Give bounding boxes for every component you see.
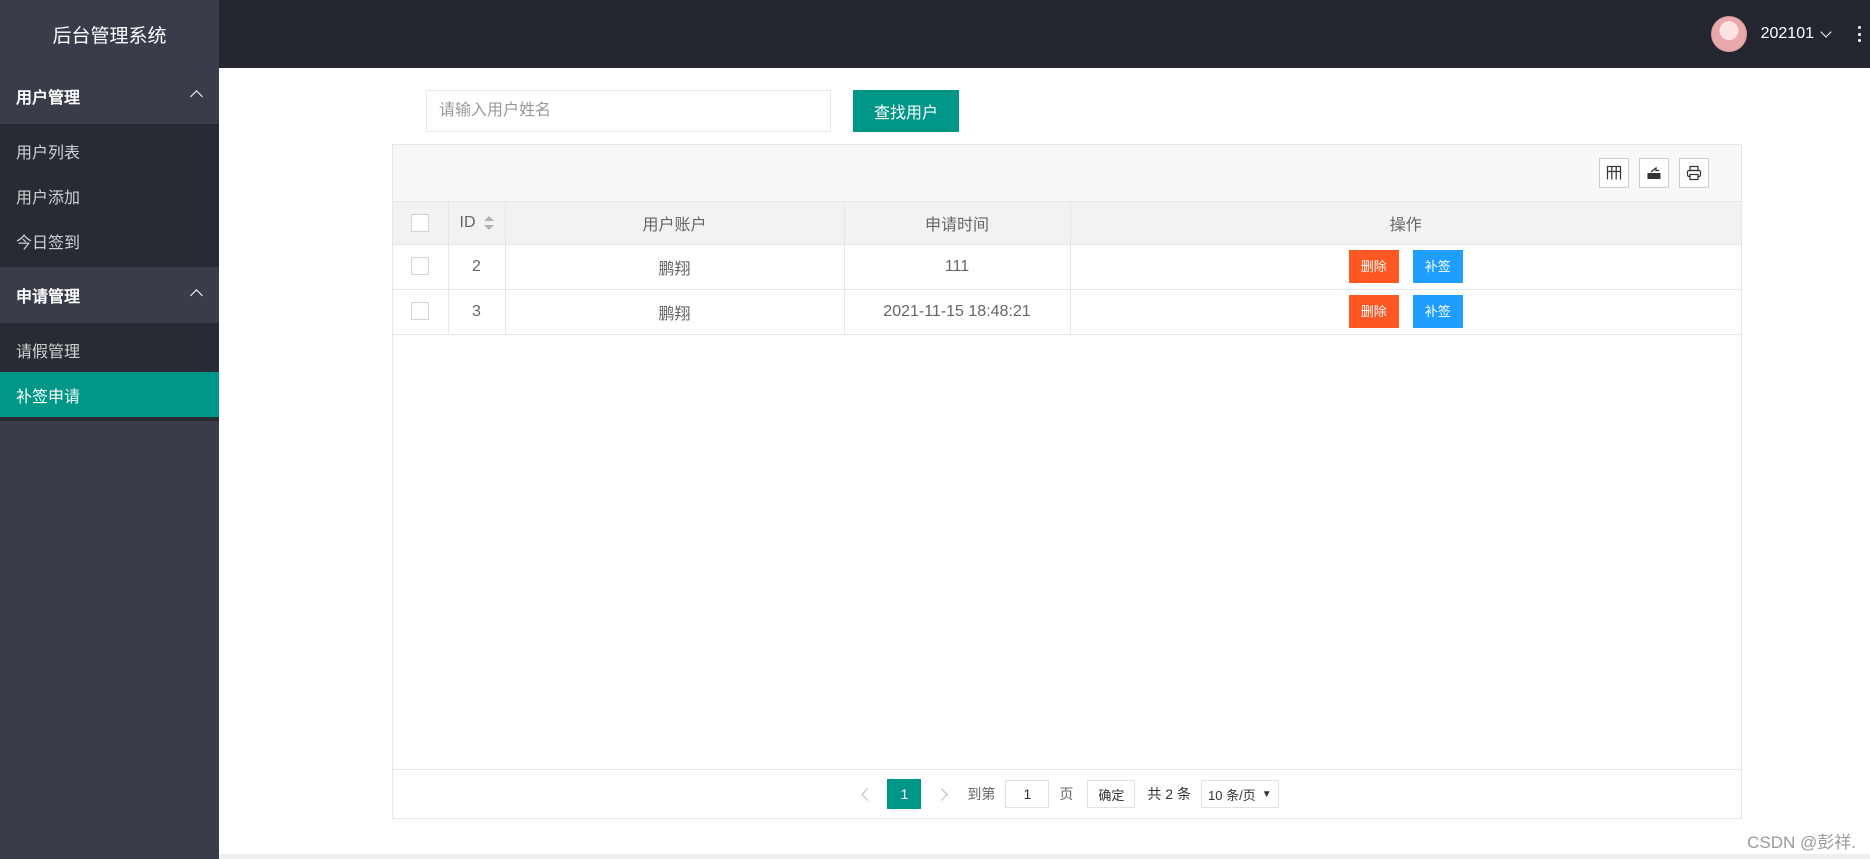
cell-account: 鹏翔 xyxy=(505,244,845,290)
sidebar-item-user-list[interactable]: 用户列表 xyxy=(0,128,219,173)
table: ID 用户账户 申请时间 操作 2 鹏翔 111 删除 补签 3 鹏翔 2021-… xyxy=(393,202,1741,335)
page-unit-label: 页 xyxy=(1059,786,1074,802)
col-header-actions: 操作 xyxy=(1070,202,1741,245)
select-all-cell xyxy=(393,202,449,245)
cell-actions: 删除 补签 xyxy=(1070,244,1741,290)
username[interactable]: 202101 xyxy=(1761,25,1814,43)
goto-label: 到第 xyxy=(967,786,996,802)
chevron-right-icon xyxy=(935,787,948,801)
watermark: CSDN @彭祥. xyxy=(1747,833,1856,852)
table-toolbar xyxy=(393,145,1741,202)
goto-confirm-button[interactable]: 确定 xyxy=(1087,780,1136,808)
sidebar-submenu: 用户列表 用户添加 今日签到 xyxy=(0,124,219,267)
app-logo: 后台管理系统 xyxy=(0,0,219,68)
row-select-cell xyxy=(393,244,449,290)
sidebar-item-leave-management[interactable]: 请假管理 xyxy=(0,327,219,372)
sidebar-submenu: 请假管理 补签申请 xyxy=(0,323,219,421)
next-page-button[interactable] xyxy=(929,779,953,809)
sidebar-group-label: 用户管理 xyxy=(16,90,81,107)
sidebar-group-application-management[interactable]: 申请管理 xyxy=(0,267,219,323)
sort-icon[interactable] xyxy=(483,215,494,230)
chevron-up-icon[interactable] xyxy=(190,90,203,103)
page-size-select[interactable]: 10 条/页 ▼ xyxy=(1201,780,1279,808)
more-icon[interactable] xyxy=(1858,26,1862,42)
table-row: 2 鹏翔 111 删除 补签 xyxy=(393,244,1741,290)
print-icon xyxy=(1686,165,1702,181)
sidebar-group-label: 申请管理 xyxy=(16,289,81,306)
resign-button[interactable]: 补签 xyxy=(1412,295,1463,328)
col-header-id[interactable]: ID xyxy=(448,202,506,245)
user-menu[interactable]: 202101 xyxy=(1710,0,1832,68)
search-input[interactable] xyxy=(426,90,831,132)
total-count: 共 2 条 xyxy=(1147,786,1191,802)
chevron-up-icon[interactable] xyxy=(190,289,203,302)
col-header-account: 用户账户 xyxy=(505,202,845,245)
sidebar-item-today-checkin[interactable]: 今日签到 xyxy=(0,218,219,263)
avatar[interactable] xyxy=(1710,16,1747,52)
pagination: 1 到第 页 确定 共 2 条 10 条/页▼ xyxy=(393,769,1741,818)
prev-page-button[interactable] xyxy=(855,779,879,809)
current-page[interactable]: 1 xyxy=(887,779,922,809)
dropdown-arrow-icon: ▼ xyxy=(1261,788,1272,800)
export-button[interactable] xyxy=(1639,158,1669,188)
top-header: 后台管理系统 202101 xyxy=(0,0,1870,68)
table-row: 3 鹏翔 2021-11-15 18:48:21 删除 补签 xyxy=(393,289,1741,335)
cell-time: 2021-11-15 18:48:21 xyxy=(844,289,1071,335)
sidebar-item-user-add[interactable]: 用户添加 xyxy=(0,173,219,218)
cell-id: 3 xyxy=(448,289,506,335)
chevron-left-icon xyxy=(861,787,874,801)
sidebar-item-resign-application[interactable]: 补签申请 xyxy=(0,372,219,417)
cell-time: 111 xyxy=(844,244,1071,290)
sidebar-group-user-management[interactable]: 用户管理 xyxy=(0,68,219,124)
data-table: ID 用户账户 申请时间 操作 2 鹏翔 111 删除 补签 3 鹏翔 2021-… xyxy=(392,144,1742,819)
delete-button[interactable]: 删除 xyxy=(1348,295,1399,328)
columns-icon xyxy=(1606,165,1622,180)
row-checkbox[interactable] xyxy=(411,302,430,321)
cell-actions: 删除 补签 xyxy=(1070,289,1741,335)
sidebar: 用户管理 用户列表 用户添加 今日签到 申请管理 请假管理 补签申请 xyxy=(0,68,219,859)
goto-page-input[interactable] xyxy=(1005,780,1050,808)
footer-bar xyxy=(219,854,1870,859)
select-all-checkbox[interactable] xyxy=(411,213,430,232)
row-select-cell xyxy=(393,289,449,335)
cell-id: 2 xyxy=(448,244,506,290)
delete-button[interactable]: 删除 xyxy=(1348,250,1399,283)
print-button[interactable] xyxy=(1679,158,1709,188)
col-header-time: 申请时间 xyxy=(844,202,1071,245)
table-header-row: ID 用户账户 申请时间 操作 xyxy=(393,202,1741,245)
columns-filter-button[interactable] xyxy=(1599,158,1629,188)
export-icon xyxy=(1647,166,1661,179)
cell-account: 鹏翔 xyxy=(505,289,845,335)
chevron-down-icon[interactable] xyxy=(1820,26,1832,38)
row-checkbox[interactable] xyxy=(411,257,430,276)
resign-button[interactable]: 补签 xyxy=(1412,250,1463,283)
search-button[interactable]: 查找用户 xyxy=(853,90,959,132)
